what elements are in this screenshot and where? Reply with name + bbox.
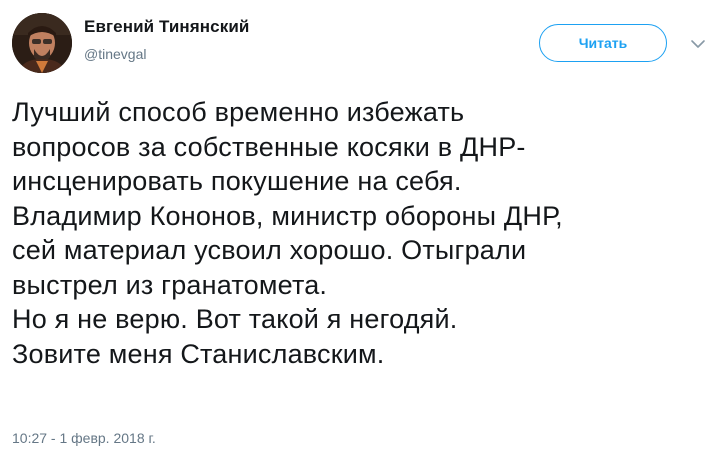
author-name[interactable]: Евгений Тинянский bbox=[84, 16, 249, 38]
tweet-text-line: вопросов за собственные косяки в ДНР- bbox=[12, 131, 526, 162]
tweet-timestamp[interactable]: 10:27 - 1 февр. 2018 г. bbox=[12, 429, 156, 447]
tweet-text-line: Зовите меня Станиславским. bbox=[12, 338, 385, 369]
tweet-text-line: Лучший способ временно избежать bbox=[12, 97, 465, 127]
avatar[interactable] bbox=[12, 13, 72, 73]
tweet-text-line: Владимир Кононов, министр обороны ДНР, bbox=[12, 200, 563, 231]
author-handle[interactable]: @tinevgal bbox=[84, 44, 249, 64]
chevron-down-icon[interactable] bbox=[690, 36, 706, 52]
tweet-text: Лучший способ временно избежать вопросов… bbox=[12, 95, 712, 371]
avatar-photo bbox=[12, 13, 72, 73]
tweet-text-line: выстрел из гранатомета. bbox=[12, 269, 328, 300]
author-block: Евгений Тинянский @tinevgal bbox=[84, 16, 249, 64]
tweet-text-line: инсценировать покушение на себя. bbox=[12, 166, 462, 196]
tweet-text-line: Но я не верю. Вот такой я негодяй. bbox=[12, 304, 458, 334]
follow-button[interactable]: Читать bbox=[539, 24, 667, 62]
tweet-text-line: сей материал усвоил хорошо. Отыграли bbox=[12, 235, 527, 265]
